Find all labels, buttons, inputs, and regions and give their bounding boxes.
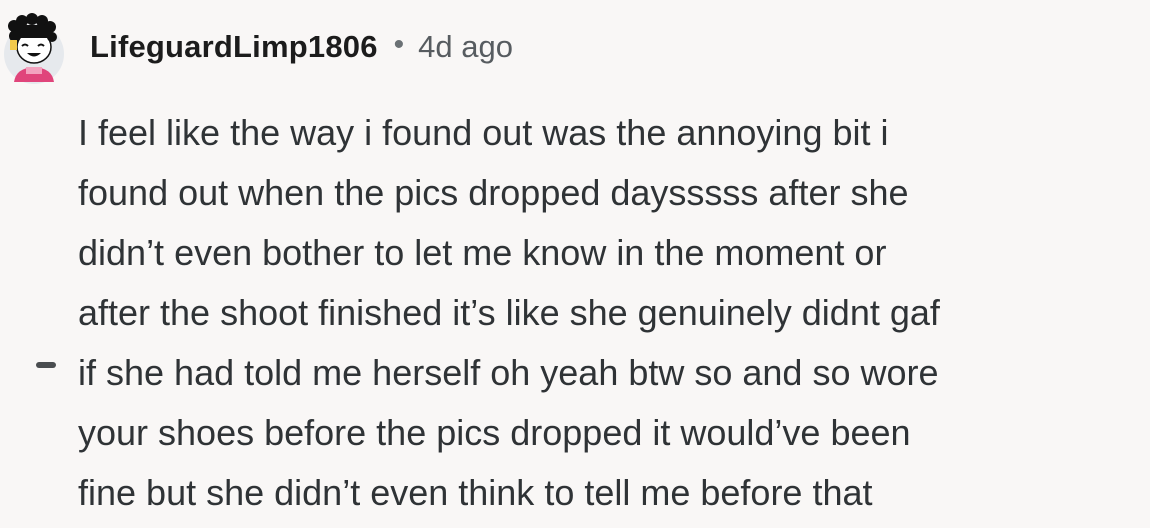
meta-separator: • bbox=[393, 28, 405, 61]
comment-body-line: found out when the pics dropped daysssss… bbox=[78, 172, 909, 213]
comment-body-line: didn’t even bother to let me know in the… bbox=[78, 232, 887, 273]
comment-timestamp[interactable]: 4d ago bbox=[418, 29, 513, 65]
comment: LifeguardLimp1806 • 4d ago I feel like t… bbox=[0, 0, 1150, 528]
comment-body-line: your shoes before the pics dropped it wo… bbox=[78, 412, 911, 453]
avatar[interactable] bbox=[0, 12, 68, 84]
author-username[interactable]: LifeguardLimp1806 bbox=[90, 29, 378, 65]
comment-header: LifeguardLimp1806 • 4d ago bbox=[90, 22, 513, 72]
comment-body: I feel like the way i found out was the … bbox=[78, 103, 1143, 523]
comment-body-line: after the shoot finished it’s like she g… bbox=[78, 292, 940, 333]
comment-body-line: fine but she didn’t even think to tell m… bbox=[78, 472, 873, 513]
comment-body-line: I feel like the way i found out was the … bbox=[78, 112, 889, 153]
collapse-thread-icon[interactable] bbox=[36, 362, 56, 368]
comment-body-line: if she had told me herself oh yeah btw s… bbox=[78, 352, 939, 393]
avatar-icon bbox=[4, 13, 64, 84]
